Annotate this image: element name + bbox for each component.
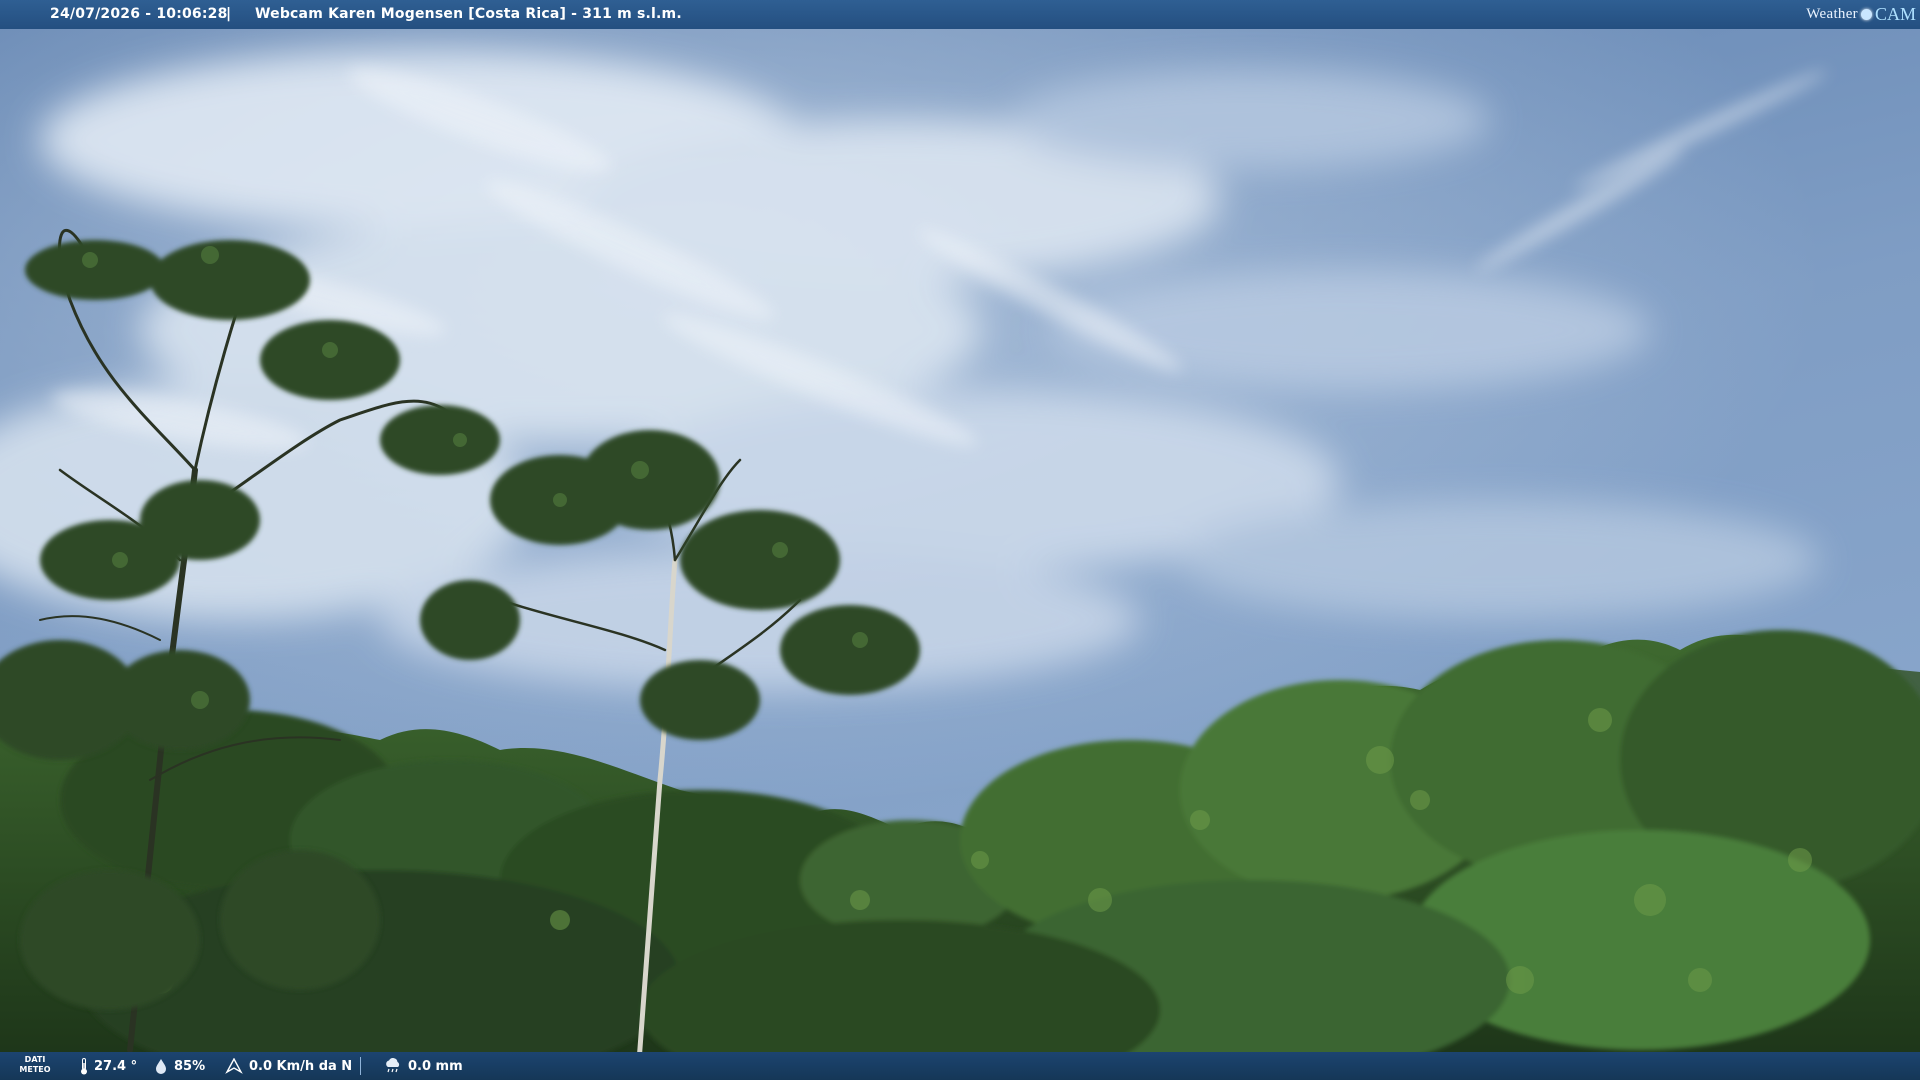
humidity-drop-icon (156, 1059, 166, 1074)
weathercam-logo: Weather CAM (1806, 3, 1916, 25)
weather-data-label: DATI METEO (17, 1055, 53, 1075)
weather-data-bar: DATI METEO 27.4 ° 85% 0.0 Km/h da N 0.0 … (0, 1052, 1920, 1080)
rain-reading: 0.0 mm (384, 1058, 463, 1074)
bar-divider (360, 1057, 361, 1075)
top-info-bar: 24/07/2026 - 10:06:28 | Webcam Karen Mog… (0, 0, 1920, 29)
webcam-scene (0, 0, 1920, 1080)
thermometer-icon (81, 1058, 87, 1075)
weather-label-line1: DATI (24, 1055, 46, 1064)
webcam-title: Webcam Karen Mogensen [Costa Rica] - 311… (255, 6, 682, 22)
humidity-reading: 85% (154, 1058, 205, 1074)
wind-reading: 0.0 Km/h da N (225, 1058, 352, 1074)
globe-icon (1860, 8, 1872, 20)
weather-label-line2: METEO (19, 1065, 51, 1074)
logo-cam: CAM (1874, 3, 1916, 24)
rain-value: 0.0 mm (408, 1058, 463, 1074)
logo-word: Weather (1806, 5, 1858, 22)
humidity-value: 85% (174, 1058, 206, 1074)
rain-cloud-icon (386, 1058, 400, 1073)
header-separator: | (226, 6, 232, 22)
wind-direction-icon (225, 1058, 243, 1074)
timestamp: 24/07/2026 - 10:06:28 (50, 6, 228, 22)
webcam-frame: 24/07/2026 - 10:06:28 | Webcam Karen Mog… (0, 0, 1920, 1080)
temperature-value: 27.4 ° (94, 1059, 138, 1074)
wind-value: 0.0 Km/h da N (249, 1058, 353, 1074)
temperature-reading: 27.4 ° (80, 1058, 137, 1075)
